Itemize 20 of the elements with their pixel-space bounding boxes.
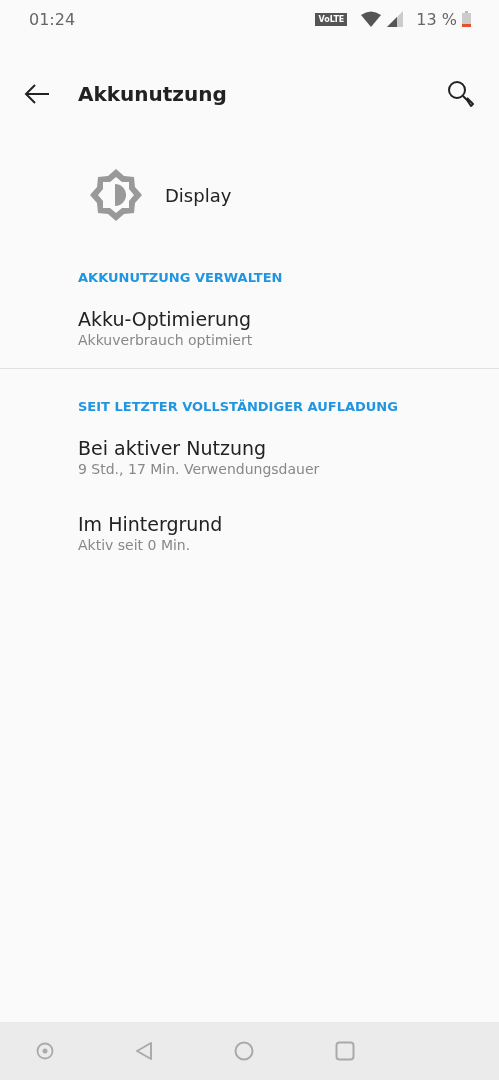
volte-badge: VoLTE: [315, 12, 348, 26]
section-header: AKKUNUTZUNG VERWALTEN: [77, 269, 284, 287]
preference-item[interactable]: Im Hintergrund Aktiv seit 0 Min.: [0, 499, 499, 575]
page-title: Akkunutzung: [78, 82, 228, 106]
status-time: 01:24: [29, 9, 76, 29]
brightness-icon: [89, 168, 143, 222]
home-icon[interactable]: [234, 1041, 254, 1061]
back-icon[interactable]: [135, 1041, 153, 1061]
recents-icon[interactable]: [335, 1041, 355, 1061]
section-header: SEIT LETZTER VOLLSTÄNDIGER AUFLADUNG: [77, 398, 399, 416]
preference-item[interactable]: Akku-Optimierung Akkuverbrauch optimiert: [0, 294, 499, 366]
back-arrow-icon[interactable]: [24, 84, 50, 104]
app-name: Display: [165, 184, 232, 206]
signal-icon: [387, 11, 404, 27]
search-icon[interactable]: [447, 80, 475, 108]
assistant-icon[interactable]: [36, 1042, 54, 1060]
battery-percent: 13 %: [416, 9, 457, 29]
battery-icon: [462, 11, 471, 27]
preference-item[interactable]: Bei aktiver Nutzung 9 Std., 17 Min. Verwendungsdauer: [0, 423, 499, 499]
wifi-icon: [360, 11, 383, 27]
